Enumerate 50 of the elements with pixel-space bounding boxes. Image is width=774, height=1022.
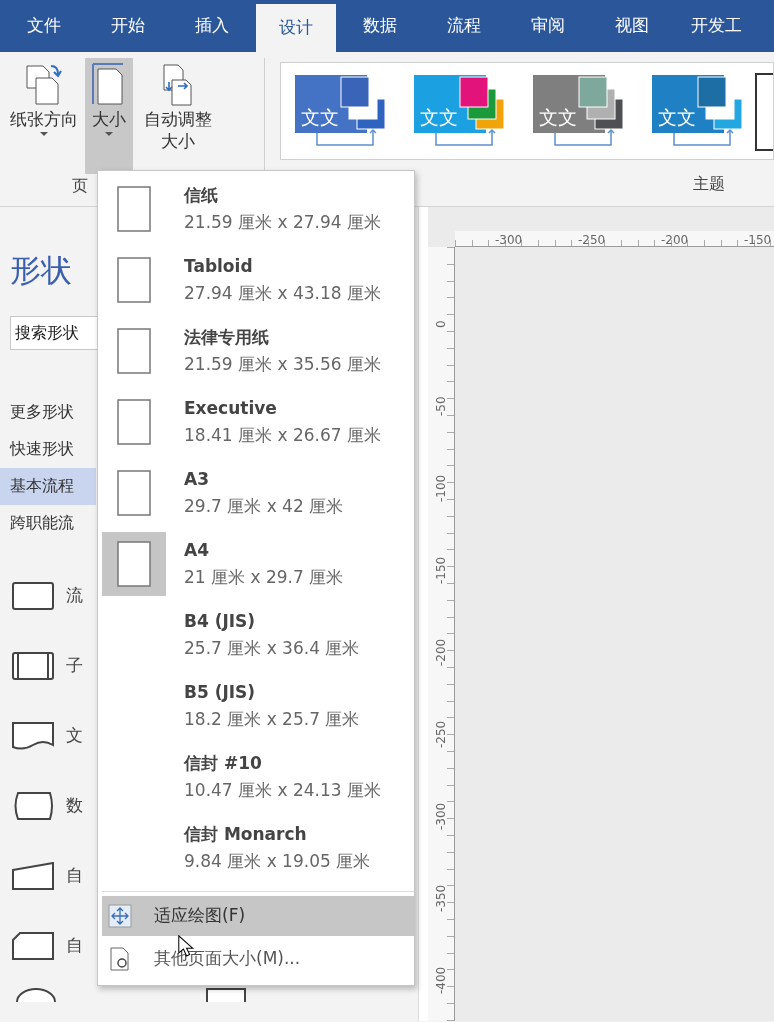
ruler-label: -200 — [433, 637, 449, 668]
pane-title: 形状 — [10, 251, 72, 290]
search-field[interactable]: 搜索形状 — [10, 315, 100, 350]
menu-item[interactable]: 适应绘图(F) — [102, 896, 414, 936]
ruler-label: -200 — [661, 231, 690, 246]
ribbon-tab[interactable]: 审阅 — [506, 0, 590, 52]
ruler-label: -250 — [433, 719, 449, 750]
ribbon-tab[interactable]: 插入 — [170, 0, 254, 52]
menu-item[interactable]: 信纸 21.59 厘米 x 27.94 厘米 — [102, 173, 414, 244]
menu-item[interactable]: 法律专用纸 21.59 厘米 x 35.56 厘米 — [102, 315, 414, 386]
ribbon-button[interactable]: 纸张方向 — [6, 58, 82, 174]
ruler-label: -100 — [433, 473, 449, 504]
group-label: 主题 — [693, 173, 725, 195]
shape-label: 自 — [66, 863, 83, 887]
ruler-label: -400 — [433, 965, 449, 996]
group-label: 页 — [71, 175, 88, 197]
ruler-label: -150 — [433, 555, 449, 586]
shape-label: 文 — [66, 723, 83, 747]
ribbon-tab[interactable]: 文件 — [2, 0, 86, 52]
menu-item[interactable]: Tabloid 27.94 厘米 x 43.18 厘米 — [102, 244, 414, 315]
menu-item[interactable]: A3 29.7 厘米 x 42 厘米 — [102, 457, 414, 528]
ribbon-button[interactable]: 大小 — [85, 58, 133, 174]
ribbon-tab[interactable]: 开始 — [86, 0, 170, 52]
ruler-label: -50 — [433, 395, 449, 418]
menu-item[interactable]: A4 21 厘米 x 29.7 厘米 — [102, 528, 414, 599]
menu-item[interactable]: Executive 18.41 厘米 x 26.67 厘米 — [102, 386, 414, 457]
shape-label: 自 — [66, 933, 83, 957]
stencil-item[interactable]: 跨职能流 — [0, 504, 96, 542]
ribbon-tab[interactable]: 开发工 — [674, 0, 758, 52]
ruler-label: -300 — [433, 801, 449, 832]
ruler-label: -300 — [495, 231, 524, 246]
ruler-label: -150 — [744, 231, 773, 246]
menu-item[interactable]: 信封 #10 10.47 厘米 x 24.13 厘米 — [102, 741, 414, 812]
shape-label: 流 — [66, 583, 83, 607]
shape-label: 子 — [66, 653, 83, 677]
shape-label: 数 — [66, 793, 83, 817]
ruler-label: 0 — [433, 319, 449, 330]
ribbon-tab[interactable]: 设计 — [256, 4, 336, 52]
ribbon-tab[interactable]: 视图 — [590, 0, 674, 52]
menu-item[interactable]: B5 (JIS) 18.2 厘米 x 25.7 厘米 — [102, 670, 414, 741]
stencil-item[interactable]: 基本流程 — [0, 467, 96, 505]
menu-item[interactable]: 信封 Monarch 9.84 厘米 x 19.05 厘米 — [102, 812, 414, 883]
ruler-label: -250 — [578, 231, 607, 246]
stencil-item[interactable]: 快速形状 — [0, 430, 96, 468]
ruler-label: -350 — [433, 883, 449, 914]
menu-item[interactable]: B4 (JIS) 25.7 厘米 x 36.4 厘米 — [102, 599, 414, 670]
menu-item[interactable]: 其他页面大小(M)... — [102, 939, 414, 979]
stencil-item[interactable]: 更多形状 — [0, 393, 96, 431]
ribbon-tab[interactable]: 数据 — [338, 0, 422, 52]
ribbon-tab[interactable]: 流程 — [422, 0, 506, 52]
